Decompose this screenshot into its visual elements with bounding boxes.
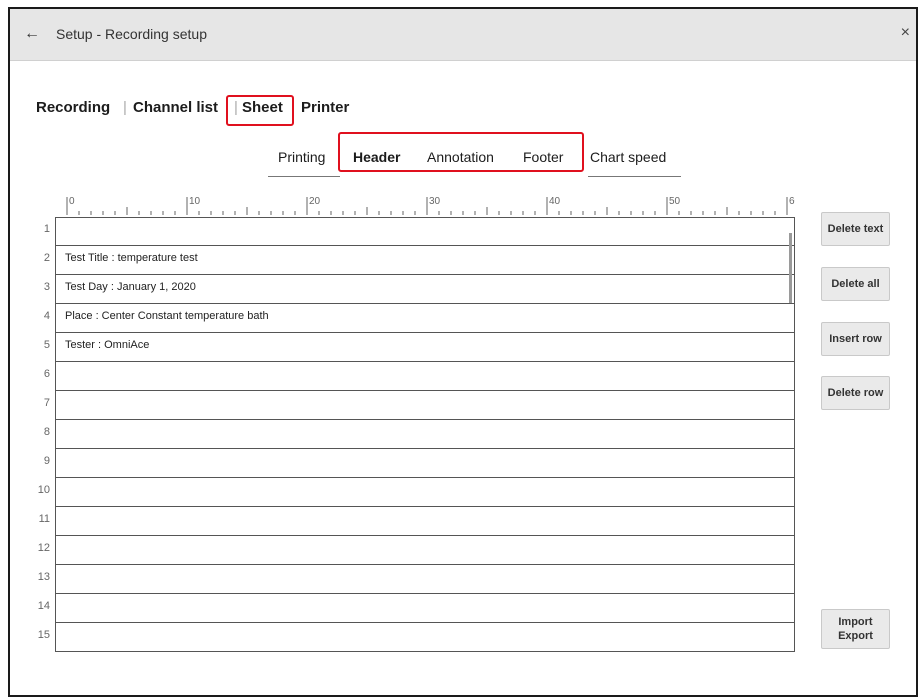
ruler-label: 30 (429, 196, 441, 207)
row-number: 15 (37, 629, 50, 641)
delete-row-button[interactable]: Delete row (821, 376, 890, 410)
table-row: 14 (10, 594, 800, 623)
row-text-field[interactable]: Place : Center Constant temperature bath (55, 304, 795, 333)
row-number: 11 (38, 513, 50, 525)
tab-recording[interactable]: Recording (36, 99, 110, 116)
subtab-chart-speed[interactable]: Chart speed (590, 149, 666, 165)
table-row: 5 Tester : OmniAce (10, 333, 800, 362)
table-row: 9 (10, 449, 800, 478)
table-row: 6 (10, 362, 800, 391)
subtab-underline (268, 176, 340, 177)
table-row: 7 (10, 391, 800, 420)
table-row: 2 Test Title : temperature test (10, 246, 800, 275)
row-number: 7 (43, 397, 50, 409)
table-row: 3 Test Day : January 1, 2020 (10, 275, 800, 304)
subtab-annotation[interactable]: Annotation (427, 149, 494, 165)
table-row: 4 Place : Center Constant temperature bat… (10, 304, 800, 333)
table-row: 8 (10, 420, 800, 449)
table-row: 13 (10, 565, 800, 594)
tab-sheet[interactable]: Sheet (242, 99, 283, 116)
row-number: 12 (37, 542, 50, 554)
tab-printer[interactable]: Printer (301, 99, 349, 116)
title-bar: ← Setup - Recording setup × (10, 9, 916, 61)
row-number: 5 (43, 339, 50, 351)
ruler-label: 50 (669, 196, 681, 207)
ruler-label: 10 (189, 196, 201, 207)
ruler-label: 60 (789, 196, 795, 207)
row-text-field[interactable] (55, 449, 795, 478)
row-number: 14 (37, 600, 50, 612)
tab-separator: | (234, 99, 238, 116)
row-text-field[interactable] (55, 594, 795, 623)
row-text-field[interactable] (55, 420, 795, 449)
back-arrow-icon[interactable]: ← (24, 25, 40, 43)
row-number: 3 (43, 281, 50, 293)
scrollbar-thumb[interactable] (789, 233, 792, 303)
row-text-field[interactable] (55, 217, 795, 246)
row-text-field[interactable] (55, 478, 795, 507)
insert-row-button[interactable]: Insert row (821, 322, 890, 356)
row-number: 9 (43, 455, 50, 467)
subtab-header[interactable]: Header (353, 149, 400, 165)
row-text-field[interactable] (55, 362, 795, 391)
ruler-scale: 0 10 20 30 40 50 60 (66, 196, 795, 215)
row-number: 8 (43, 426, 50, 438)
window-title: Setup - Recording setup (56, 26, 207, 42)
import-export-button[interactable]: Import Export (821, 609, 890, 649)
table-row: 11 (10, 507, 800, 536)
table-row: 1 (10, 217, 800, 246)
row-text-field[interactable]: Test Day : January 1, 2020 (55, 275, 795, 304)
import-label: Import (838, 616, 873, 628)
table-row: 15 (10, 623, 800, 652)
table-row: 10 (10, 478, 800, 507)
column-ruler: 0 10 20 30 40 50 60 (55, 193, 795, 217)
row-text-field[interactable]: Tester : OmniAce (55, 333, 795, 362)
table-row: 12 (10, 536, 800, 565)
export-label: Export (838, 630, 873, 642)
subtab-printing[interactable]: Printing (278, 149, 325, 165)
tab-channel-list[interactable]: Channel list (133, 99, 218, 116)
row-text-field[interactable] (55, 623, 795, 652)
delete-all-button[interactable]: Delete all (821, 267, 890, 301)
row-text-field[interactable] (55, 507, 795, 536)
row-text-field[interactable] (55, 391, 795, 420)
ruler-label: 0 (69, 196, 75, 207)
row-number: 2 (43, 252, 50, 264)
subtab-underline (588, 176, 681, 177)
tab-separator: | (123, 99, 127, 116)
row-number: 10 (37, 484, 50, 496)
subtab-footer[interactable]: Footer (523, 149, 563, 165)
row-number: 6 (43, 368, 50, 380)
row-text-field[interactable] (55, 536, 795, 565)
row-text-field[interactable]: Test Title : temperature test (55, 246, 795, 275)
row-text-field[interactable] (55, 565, 795, 594)
ruler-label: 40 (549, 196, 561, 207)
row-number: 1 (43, 223, 50, 235)
close-icon[interactable]: × (901, 24, 910, 42)
row-number: 13 (37, 571, 50, 583)
row-number: 4 (43, 310, 50, 322)
recording-setup-window: ← Setup - Recording setup × Recording | … (8, 7, 918, 697)
ruler-label: 20 (309, 196, 321, 207)
delete-text-button[interactable]: Delete text (821, 212, 890, 246)
